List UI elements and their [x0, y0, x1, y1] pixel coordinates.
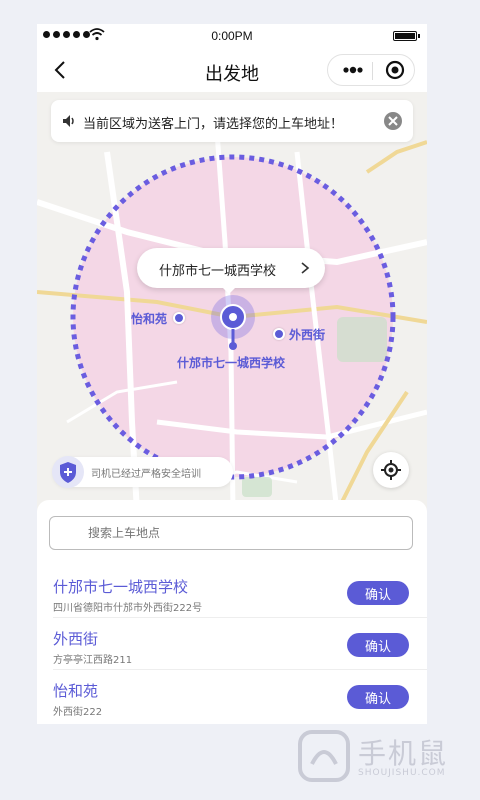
shield-icon: [52, 456, 84, 488]
confirm-button[interactable]: 确认: [347, 685, 409, 709]
list-item[interactable]: 外西街 方亭亭江西路211 确认: [37, 618, 427, 670]
map-view[interactable]: 当前区域为送客上门，请选择您的上车地址！ 什邡市七一城西学校 怡和苑 外西街 什…: [37, 92, 427, 512]
confirm-button[interactable]: 确认: [347, 581, 409, 605]
locate-button[interactable]: [373, 452, 409, 488]
list-item[interactable]: 怡和苑 外西街222 确认: [37, 670, 427, 722]
status-bar: 0:00PM: [37, 24, 427, 48]
close-miniprogram-icon[interactable]: [380, 55, 410, 85]
map-label-waixijie[interactable]: 外西街: [289, 326, 325, 343]
map-pin-yiheyuan[interactable]: [173, 312, 185, 324]
map-pin-waixijie[interactable]: [273, 328, 285, 340]
notice-text: 当前区域为送客上门，请选择您的上车地址！: [83, 117, 344, 132]
status-time: 0:00PM: [211, 29, 253, 43]
map-label-yiheyuan[interactable]: 怡和苑: [131, 310, 167, 327]
address-panel: 什邡市七一城西学校 四川省德阳市什邡市外西街222号 确认 外西街 方亭亭江西路…: [37, 500, 427, 724]
address-detail: 四川省德阳市什邡市外西街222号: [53, 603, 203, 614]
notice-banner: 当前区域为送客上门，请选择您的上车地址！: [51, 100, 413, 142]
map-label-school[interactable]: 什邡市七一城西学校: [177, 354, 285, 371]
pickup-callout[interactable]: 什邡市七一城西学校: [137, 248, 325, 294]
list-item[interactable]: 什邡市七一城西学校 四川省德阳市什邡市外西街222号 确认: [37, 566, 427, 618]
crosshair-icon: [381, 460, 401, 480]
close-icon[interactable]: [383, 111, 403, 131]
confirm-button[interactable]: 确认: [347, 633, 409, 657]
address-name: 什邡市七一城西学校: [53, 578, 189, 596]
more-icon[interactable]: [338, 55, 368, 85]
safety-text: 司机已经过严格安全培训: [91, 469, 201, 480]
address-name: 怡和苑: [53, 682, 99, 700]
watermark: 手机鼠 SHOUJISHU.COM: [296, 728, 466, 788]
capsule-divider: [372, 62, 373, 80]
battery-icon: [393, 31, 420, 41]
callout-label: 什邡市七一城西学校: [159, 264, 277, 279]
watermark-text: 手机鼠: [358, 737, 449, 770]
miniprogram-capsule: [327, 54, 415, 86]
watermark-subtext: SHOUJISHU.COM: [358, 768, 446, 778]
nav-bar: 出发地: [37, 48, 427, 92]
map-background: [37, 131, 427, 512]
address-name: 外西街: [53, 630, 99, 648]
search-input[interactable]: [49, 516, 413, 550]
address-detail: 方亭亭江西路211: [53, 655, 133, 666]
watermark-logo-icon: [298, 730, 350, 782]
phone-screen: 0:00PM 出发地 当前区域为送客上门，请选择您的上车地址！ 什邡市七一城西学…: [37, 24, 427, 724]
speaker-icon: [63, 115, 74, 127]
safety-badge: 司机已经过严格安全培训: [52, 456, 233, 488]
address-detail: 外西街222: [53, 707, 103, 718]
chevron-right-icon: [301, 262, 310, 274]
